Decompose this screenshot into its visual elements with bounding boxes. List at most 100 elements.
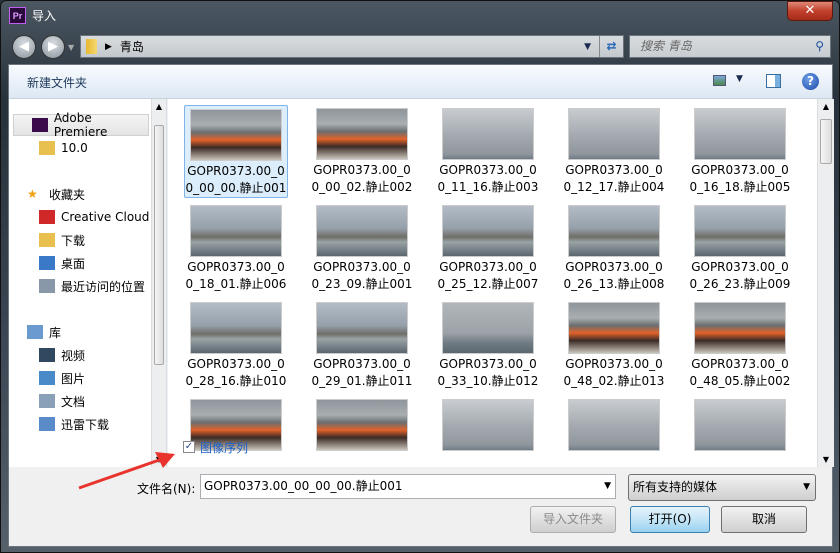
file-item[interactable]: GOPR0373.00_0 0_18_01.静止006 [184, 202, 288, 293]
file-name: GOPR0373.00_0 [691, 163, 789, 177]
documents-icon [39, 394, 55, 408]
file-name: 0_16_18.静止005 [689, 180, 791, 194]
sidebar-item-label: 10.0 [61, 141, 88, 155]
sidebar-item[interactable]: 视频 [39, 344, 85, 366]
sidebar-item[interactable]: 桌面 [39, 252, 85, 274]
file-item[interactable]: GOPR0373.00_0 0_29_01.静止011 [310, 299, 414, 390]
dialog-window: Pr 导入 ✕ ◀ ▶ ▼ ▶ 青岛 ▼ ⇄ 搜索 青岛 ⚲ 新建文件夹 ▼ ?… [0, 0, 840, 553]
file-name: 0_48_05.静止002 [689, 374, 791, 388]
toolbar: 新建文件夹 ▼ ? [9, 65, 832, 99]
view-dropdown-icon[interactable]: ▼ [736, 74, 743, 84]
address-dropdown-icon[interactable]: ▼ [576, 42, 599, 52]
premiere-app-icon: Pr [9, 7, 26, 24]
sidebar-item-label: 文档 [61, 394, 86, 409]
file-type-select[interactable]: 所有支持的媒体 ▼ [628, 474, 816, 501]
file-item[interactable]: GOPR0373.00_0 0_00_00.静止001 [184, 105, 288, 198]
file-name: GOPR0373.00_0 [439, 357, 537, 371]
filename-dropdown-icon[interactable]: ▼ [604, 475, 611, 498]
file-item[interactable]: GOPR0373.00_0 0_23_09.静止001 [310, 202, 414, 293]
cancel-button[interactable]: 取消 [721, 506, 807, 533]
view-icon[interactable] [713, 75, 726, 86]
sidebar-item[interactable]: 图片 [39, 367, 85, 389]
sidebar-item[interactable]: 10.0 [39, 137, 88, 159]
file-item[interactable] [310, 396, 414, 453]
file-name: GOPR0373.00_0 [691, 357, 789, 371]
filename-input[interactable]: GOPR0373.00_00_00_00.静止001 ▼ [200, 474, 616, 499]
forward-button[interactable]: ▶ [41, 35, 65, 59]
file-thumbnail [694, 205, 786, 257]
file-thumbnail [568, 205, 660, 257]
file-item[interactable]: GOPR0373.00_0 0_28_16.静止010 [184, 299, 288, 390]
file-thumbnail [442, 108, 534, 160]
file-thumbnail [442, 302, 534, 354]
search-placeholder: 搜索 青岛 [640, 39, 692, 53]
sidebar-item[interactable]: 最近访问的位置 [39, 275, 145, 297]
refresh-icon[interactable]: ⇄ [599, 36, 623, 57]
download-folder-icon [39, 233, 55, 247]
file-thumbnail [568, 108, 660, 160]
file-name: 0_00_00.静止001 [185, 181, 287, 195]
file-item[interactable] [436, 396, 540, 453]
file-name: GOPR0373.00_0 [313, 357, 411, 371]
search-icon[interactable]: ⚲ [815, 36, 824, 57]
file-name: GOPR0373.00_0 [313, 163, 411, 177]
file-thumbnail [190, 302, 282, 354]
sidebar-item[interactable]: Creative Cloud [39, 206, 149, 228]
file-name: 0_29_01.静止011 [311, 374, 413, 388]
video-icon [39, 348, 55, 362]
file-name: 0_11_16.静止003 [437, 180, 539, 194]
breadcrumb-current[interactable]: 青岛 [120, 38, 144, 55]
sidebar-item[interactable]: 文档 [39, 390, 85, 412]
file-item[interactable]: GOPR0373.00_0 0_33_10.静止012 [436, 299, 540, 390]
file-item[interactable]: GOPR0373.00_0 0_48_02.静止013 [562, 299, 666, 390]
image-sequence-label[interactable]: 图像序列 [200, 439, 248, 456]
file-name: GOPR0373.00_0 [565, 163, 663, 177]
sidebar-item[interactable]: Adobe Premiere [13, 111, 149, 139]
file-name: 0_25_12.静止007 [437, 277, 539, 291]
file-thumbnail [694, 399, 786, 451]
file-thumbnail [442, 205, 534, 257]
search-input[interactable]: 搜索 青岛 ⚲ [629, 35, 831, 58]
open-button[interactable]: 打开(O) [630, 506, 710, 533]
file-thumbnail [190, 109, 282, 161]
sidebar-item[interactable]: 库 [27, 321, 61, 343]
file-item[interactable]: GOPR0373.00_0 0_00_02.静止002 [310, 105, 414, 196]
pictures-icon [39, 371, 55, 385]
recent-pages-dropdown[interactable]: ▼ [68, 43, 74, 52]
new-folder-button[interactable]: 新建文件夹 [27, 74, 87, 91]
sidebar-scrollbar[interactable]: ▲ ▼ [151, 99, 166, 467]
file-item[interactable]: GOPR0373.00_0 0_12_17.静止004 [562, 105, 666, 196]
file-type-dropdown-icon[interactable]: ▼ [803, 475, 810, 500]
file-list-scrollbar[interactable]: ▲ ▼ [817, 99, 834, 467]
sidebar-item[interactable]: 下载 [39, 229, 85, 251]
dialog-body: 新建文件夹 ▼ ? Adobe Premiere 10.0 ★ 收藏夹 Creative… [8, 64, 834, 547]
back-button[interactable]: ◀ [12, 35, 36, 59]
file-name: GOPR0373.00_0 [187, 357, 285, 371]
sidebar-item-label: 视频 [61, 348, 86, 363]
star-icon: ★ [27, 187, 38, 201]
address-bar[interactable]: ▶ 青岛 ▼ ⇄ [80, 35, 624, 58]
sidebar-item-label: Creative Cloud [61, 210, 150, 224]
close-button[interactable]: ✕ [787, 1, 833, 21]
folder-icon [86, 39, 97, 54]
sidebar-item[interactable]: 迅雷下载 [39, 413, 109, 435]
file-item[interactable]: GOPR0373.00_0 0_26_13.静止008 [562, 202, 666, 293]
sidebar-item-label: 迅雷下载 [61, 417, 110, 432]
file-item[interactable] [562, 396, 666, 453]
file-item[interactable] [688, 396, 792, 453]
library-icon [27, 325, 43, 339]
file-item[interactable]: GOPR0373.00_0 0_16_18.静止005 [688, 105, 792, 196]
file-item[interactable]: GOPR0373.00_0 0_48_05.静止002 [688, 299, 792, 390]
preview-pane-icon[interactable] [766, 74, 781, 88]
help-icon[interactable]: ? [802, 73, 819, 90]
import-folder-button[interactable]: 导入文件夹 [530, 506, 616, 533]
file-item[interactable]: GOPR0373.00_0 0_11_16.静止003 [436, 105, 540, 196]
file-list: GOPR0373.00_0 0_00_00.静止001 GOPR0373.00_0 0… [168, 99, 818, 467]
sidebar-item[interactable]: ★ 收藏夹 [27, 183, 85, 205]
creative-cloud-icon [39, 210, 55, 224]
sidebar-item-label: 桌面 [61, 256, 86, 271]
file-item[interactable]: GOPR0373.00_0 0_25_12.静止007 [436, 202, 540, 293]
file-thumbnail [316, 399, 408, 451]
file-item[interactable]: GOPR0373.00_0 0_26_23.静止009 [688, 202, 792, 293]
breadcrumb-arrow-icon: ▶ [105, 41, 112, 52]
